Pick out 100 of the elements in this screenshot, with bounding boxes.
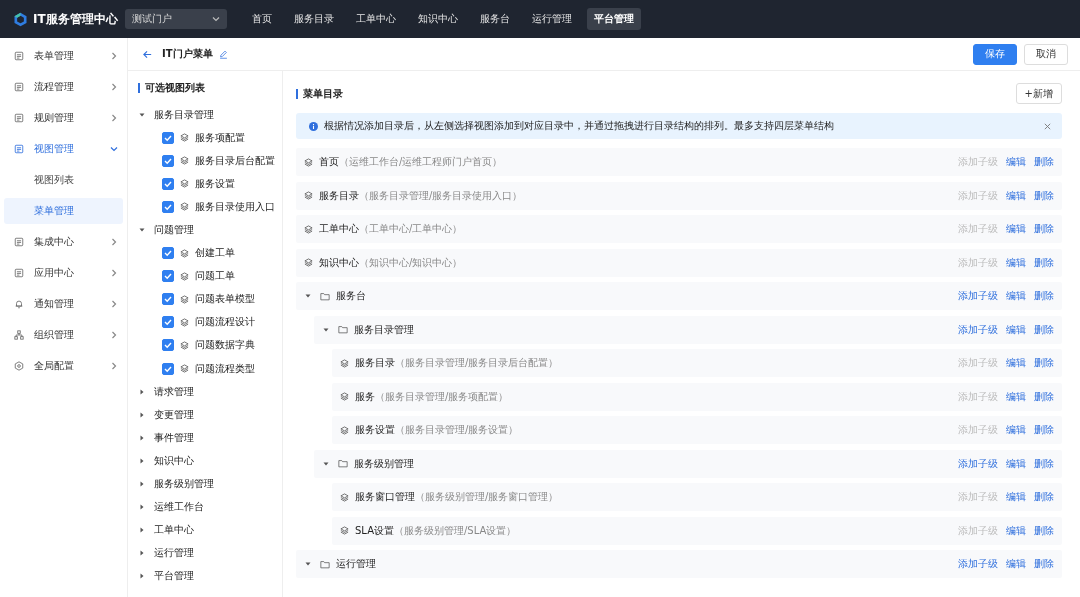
edit-link[interactable]: 编辑 (1006, 155, 1026, 169)
view-item[interactable]: 问题流程类型 (195, 361, 255, 376)
checkbox[interactable] (162, 293, 174, 306)
delete-link[interactable]: 删除 (1034, 389, 1054, 404)
view-item[interactable]: 问题工单 (195, 269, 235, 284)
checkbox[interactable] (162, 362, 174, 375)
add-child-link[interactable]: 添加子级 (958, 557, 998, 571)
view-item[interactable]: 服务设置 (195, 176, 235, 191)
delete-link[interactable]: 删除 (1034, 155, 1054, 169)
tree-group[interactable]: 平台管理 (154, 569, 194, 584)
delete-link[interactable]: 删除 (1034, 356, 1054, 370)
menu-row[interactable]: 服务台 添加子级 编辑 删除 (296, 282, 1062, 310)
delete-link[interactable]: 删除 (1034, 523, 1054, 538)
edit-link[interactable]: 编辑 (1006, 188, 1026, 203)
nav-tab[interactable]: 运行管理 (524, 8, 579, 30)
sidebar-item[interactable]: 组织管理 (0, 322, 127, 348)
edit-link[interactable]: 编辑 (1006, 490, 1026, 504)
expand-caret-icon[interactable] (138, 480, 146, 489)
sidebar-item[interactable]: 通知管理 (0, 291, 127, 317)
view-item[interactable]: 服务目录使用入口 (195, 199, 275, 214)
nav-tab[interactable]: 服务目录 (286, 8, 341, 30)
delete-link[interactable]: 删除 (1034, 322, 1054, 337)
expand-caret-icon[interactable] (138, 410, 146, 419)
view-item[interactable]: 服务项配置 (195, 130, 245, 145)
view-item[interactable]: 创建工单 (195, 246, 235, 261)
delete-link[interactable]: 删除 (1034, 423, 1054, 437)
nav-tab[interactable]: 首页 (244, 8, 279, 30)
checkbox[interactable] (162, 131, 174, 144)
expand-caret-icon[interactable] (138, 526, 146, 535)
delete-link[interactable]: 删除 (1034, 456, 1054, 471)
checkbox[interactable] (162, 177, 174, 190)
delete-link[interactable]: 删除 (1034, 255, 1054, 270)
sidebar-item[interactable]: 应用中心 (0, 260, 127, 286)
tree-group[interactable]: 问题管理 (154, 223, 194, 237)
edit-link[interactable]: 编辑 (1006, 523, 1026, 538)
back-arrow-icon[interactable] (142, 48, 153, 60)
checkbox[interactable] (162, 339, 174, 352)
tree-group[interactable]: 知识中心 (154, 453, 194, 468)
expand-caret-icon[interactable] (138, 456, 146, 465)
tree-group[interactable]: 服务级别管理 (154, 477, 214, 492)
tree-group[interactable]: 事件管理 (154, 430, 194, 445)
delete-link[interactable]: 删除 (1034, 557, 1054, 571)
add-child-link[interactable]: 添加子级 (958, 456, 998, 471)
checkbox[interactable] (162, 270, 174, 283)
expand-caret-icon[interactable] (138, 433, 146, 442)
sidebar-subitem[interactable]: 菜单管理 (4, 198, 123, 224)
edit-link[interactable]: 编辑 (1006, 389, 1026, 404)
tree-group[interactable]: 运行管理 (154, 546, 194, 561)
save-button[interactable]: 保存 (973, 43, 1017, 65)
view-item[interactable]: 问题数据字典 (195, 338, 255, 353)
sidebar-item[interactable]: 视图管理 (0, 136, 127, 162)
close-icon[interactable] (1043, 121, 1052, 131)
edit-link[interactable]: 编辑 (1006, 255, 1026, 270)
expand-caret-icon[interactable] (138, 387, 146, 396)
edit-link[interactable]: 编辑 (1006, 456, 1026, 471)
view-item[interactable]: 问题表单模型 (195, 292, 255, 307)
nav-tab[interactable]: 知识中心 (410, 8, 465, 30)
tree-group[interactable]: 工单中心 (154, 523, 194, 538)
expand-caret-icon[interactable] (138, 226, 146, 234)
expand-caret-icon[interactable] (304, 292, 312, 300)
checkbox[interactable] (162, 200, 174, 213)
edit-link[interactable]: 编辑 (1006, 322, 1026, 337)
sidebar-item[interactable]: 表单管理 (0, 43, 127, 69)
nav-tab[interactable]: 平台管理 (586, 8, 641, 30)
expand-caret-icon[interactable] (138, 572, 146, 581)
menu-row[interactable]: 运行管理 添加子级 编辑 删除 (296, 550, 1062, 578)
edit-link[interactable]: 编辑 (1006, 289, 1026, 303)
edit-link[interactable]: 编辑 (1006, 557, 1026, 571)
sidebar-item[interactable]: 流程管理 (0, 74, 127, 100)
nav-tab[interactable]: 服务台 (472, 8, 517, 30)
sidebar-item[interactable]: 规则管理 (0, 105, 127, 131)
delete-link[interactable]: 删除 (1034, 289, 1054, 303)
menu-row[interactable]: 服务级别管理 添加子级 编辑 删除 (314, 449, 1062, 478)
tree-group[interactable]: 变更管理 (154, 407, 194, 422)
checkbox[interactable] (162, 154, 174, 167)
sidebar-item[interactable]: 集成中心 (0, 229, 127, 255)
edit-icon[interactable] (218, 49, 228, 59)
checkbox[interactable] (162, 247, 174, 260)
view-item[interactable]: 问题流程设计 (195, 315, 255, 330)
view-item[interactable]: 服务目录后台配置 (195, 153, 275, 168)
checkbox[interactable] (162, 316, 174, 329)
nav-tab[interactable]: 工单中心 (348, 8, 403, 30)
tree-group[interactable]: 服务目录管理 (154, 107, 214, 122)
expand-caret-icon[interactable] (304, 560, 312, 568)
portal-select[interactable]: 测试门户 (124, 9, 227, 29)
edit-link[interactable]: 编辑 (1006, 423, 1026, 437)
sidebar-subitem[interactable]: 视图列表 (4, 167, 123, 193)
edit-link[interactable]: 编辑 (1006, 356, 1026, 370)
expand-caret-icon[interactable] (138, 503, 146, 512)
add-child-link[interactable]: 添加子级 (958, 322, 998, 337)
expand-caret-icon[interactable] (138, 549, 146, 558)
tree-group[interactable]: 运维工作台 (154, 500, 204, 515)
tree-group[interactable]: 请求管理 (154, 384, 194, 399)
cancel-button[interactable]: 取消 (1024, 43, 1068, 65)
edit-link[interactable]: 编辑 (1006, 222, 1026, 236)
add-button[interactable]: +新增 (1015, 83, 1062, 104)
menu-row[interactable]: 服务目录管理 添加子级 编辑 删除 (314, 315, 1062, 344)
add-child-link[interactable]: 添加子级 (958, 289, 998, 303)
sidebar-item[interactable]: 全局配置 (0, 353, 127, 379)
delete-link[interactable]: 删除 (1034, 490, 1054, 504)
